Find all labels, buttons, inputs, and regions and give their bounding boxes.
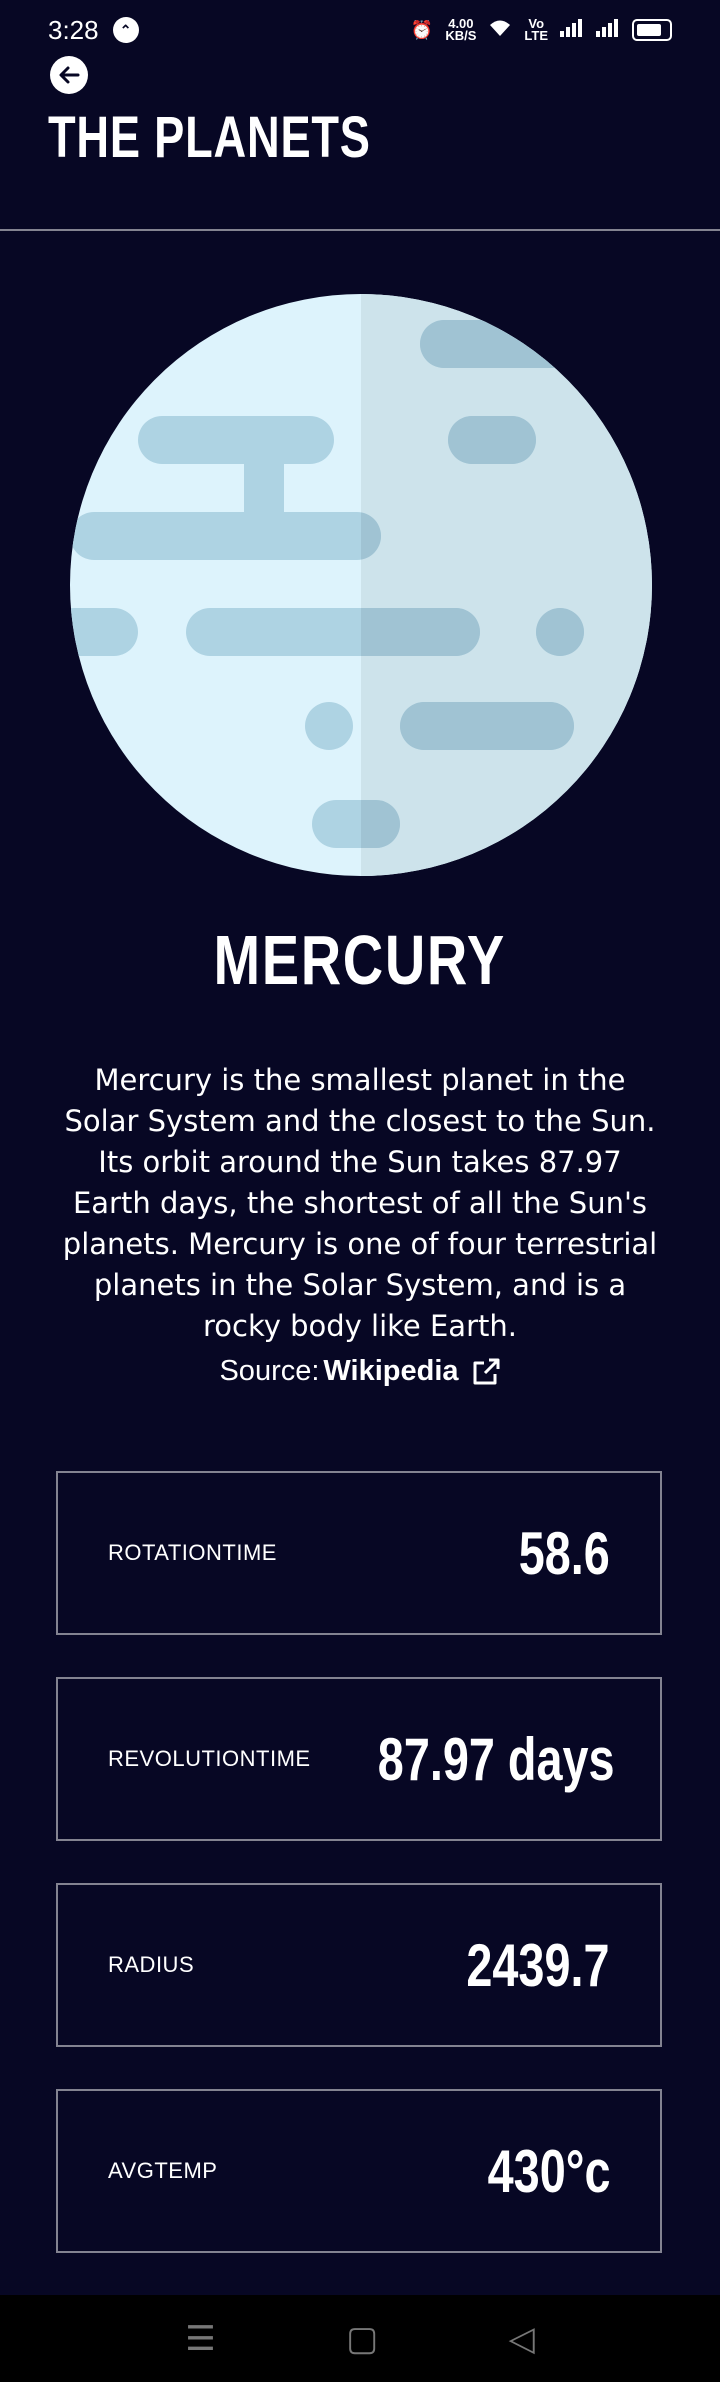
net-speed: 4.00 KB/S bbox=[445, 16, 477, 43]
stat-radius: RADIUS 2439.7 bbox=[56, 1883, 662, 2047]
header-divider bbox=[0, 229, 720, 231]
planet-name: MERCURY bbox=[213, 921, 507, 999]
external-link-icon[interactable] bbox=[471, 1357, 501, 1387]
stat-label: AVGTEMP bbox=[108, 2158, 218, 2183]
source-line: Source: Wikipedia bbox=[0, 1355, 720, 1388]
signal-icon-1 bbox=[560, 18, 584, 42]
home-button[interactable]: ▢ bbox=[346, 2319, 378, 2359]
stat-label: RADIUS bbox=[108, 1952, 195, 1977]
back-button[interactable] bbox=[50, 56, 88, 94]
battery-icon bbox=[632, 19, 672, 41]
signal-icon-2 bbox=[596, 18, 620, 42]
status-left: 3:28 ⌃ bbox=[48, 15, 139, 46]
page-title: THE PLANETS bbox=[48, 105, 371, 170]
status-time: 3:28 bbox=[48, 14, 99, 45]
status-bar: 3:28 ⌃ ⏰ 4.00 KB/S Vo LTE bbox=[0, 0, 720, 60]
status-right: ⏰ 4.00 KB/S Vo LTE bbox=[410, 16, 672, 43]
stat-avg-temp: AVGTEMP 430°c bbox=[56, 2089, 662, 2253]
wifi-icon bbox=[488, 18, 512, 43]
app-notification-icon: ⌃ bbox=[112, 17, 139, 43]
recent-apps-button[interactable]: ☰ bbox=[185, 2319, 215, 2359]
stat-rotation-time: ROTATIONTIME 58.6 bbox=[56, 1471, 662, 1635]
source-prefix: Source: bbox=[219, 1355, 320, 1387]
stat-value: 58.6 bbox=[518, 1519, 610, 1587]
stat-value: 87.97 days bbox=[377, 1725, 615, 1793]
stat-value: 2439.7 bbox=[466, 1931, 610, 1999]
stat-label: REVOLUTIONTIME bbox=[108, 1746, 311, 1771]
nav-back-button[interactable]: ◁ bbox=[509, 2319, 535, 2359]
stat-label: ROTATIONTIME bbox=[108, 1540, 277, 1565]
stat-revolution-time: REVOLUTIONTIME 87.97 days bbox=[56, 1677, 662, 1841]
volte-tag: Vo LTE bbox=[524, 16, 548, 43]
stat-value: 430°c bbox=[487, 2137, 610, 2205]
arrow-left-icon bbox=[59, 66, 80, 84]
mercury-planet-illustration bbox=[70, 294, 652, 876]
system-nav-bar: ☰ ▢ ◁ bbox=[0, 2295, 720, 2382]
wikipedia-link[interactable]: Wikipedia bbox=[323, 1355, 458, 1388]
alarm-icon: ⏰ bbox=[410, 19, 434, 40]
planet-description: Mercury is the smallest planet in the So… bbox=[62, 1063, 658, 1343]
